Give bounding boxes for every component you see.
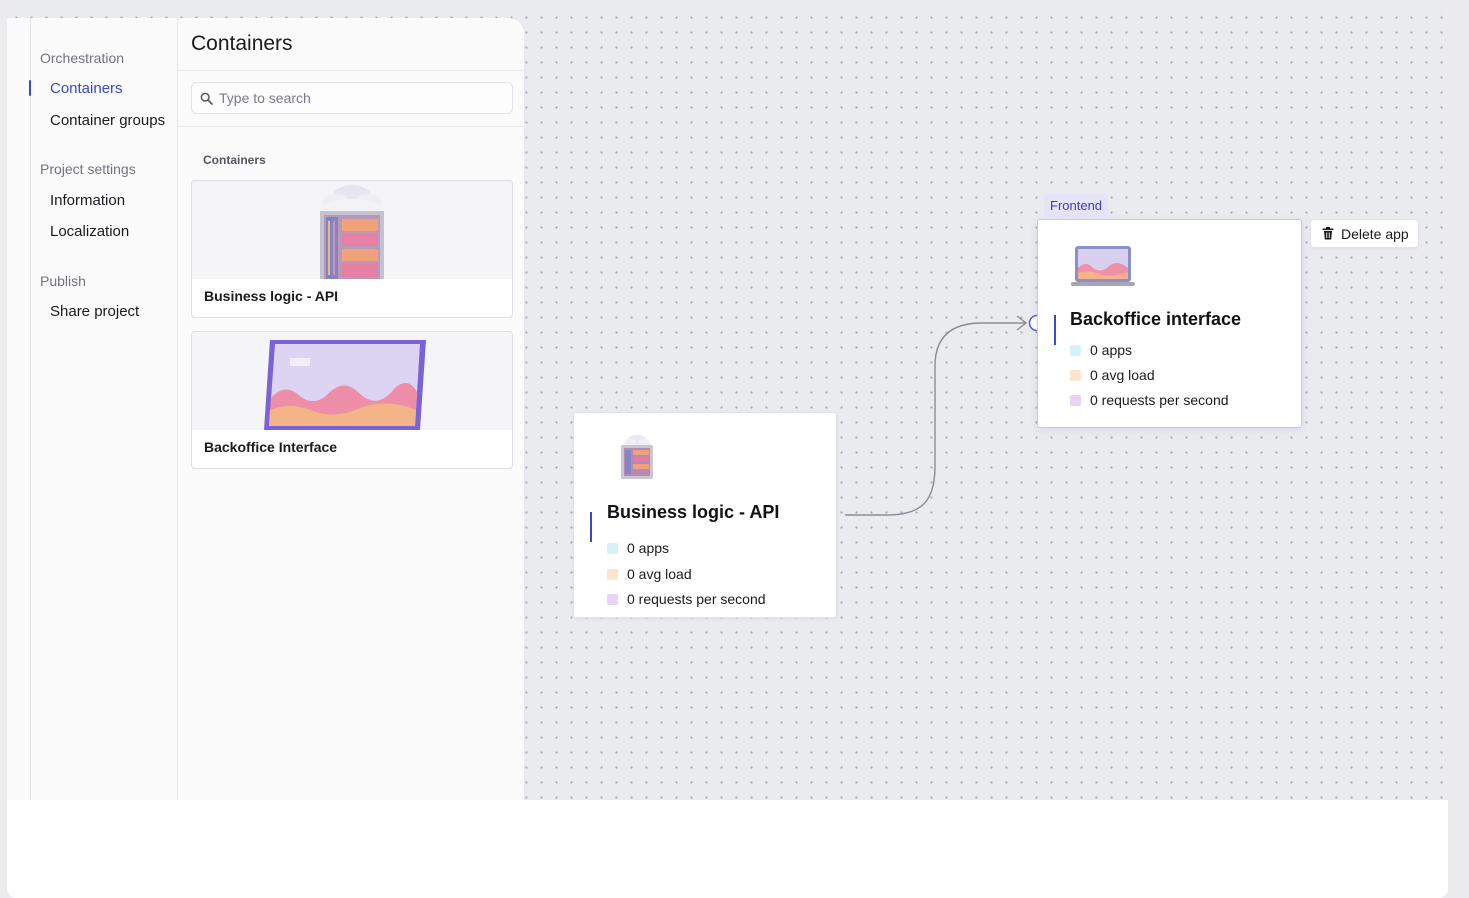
flow-canvas[interactable]: Business logic - API 0 apps 0 avg load 0… xyxy=(7,6,1448,800)
stat-label: 0 avg load xyxy=(627,566,692,582)
nav-item-share-project[interactable]: Share project xyxy=(50,303,139,320)
node-backoffice-interface[interactable]: Backoffice interface 0 apps 0 avg load 0… xyxy=(1037,219,1302,428)
server-rack-icon xyxy=(617,433,657,488)
search-input[interactable] xyxy=(219,90,499,106)
panel-divider xyxy=(178,126,525,127)
stat-avg-load: 0 avg load xyxy=(607,566,692,582)
apps-swatch xyxy=(607,542,618,554)
stat-label: 0 apps xyxy=(627,540,670,556)
node-title: Business logic - API xyxy=(607,502,780,522)
nav-rail xyxy=(30,18,31,800)
connection-edge xyxy=(845,322,1025,516)
panel-divider xyxy=(178,70,525,71)
stat-requests: 0 requests per second xyxy=(607,591,766,607)
card-label: Business logic - API xyxy=(204,288,339,304)
panel-title: Containers xyxy=(191,32,293,55)
container-card-business-logic-api[interactable]: Business logic - API xyxy=(191,180,513,318)
nav-section-project-settings: Project settings xyxy=(40,161,136,177)
apps-swatch xyxy=(1070,344,1081,356)
nav-item-localization[interactable]: Localization xyxy=(50,223,129,240)
nav-section-orchestration: Orchestration xyxy=(40,50,125,66)
avg-load-swatch xyxy=(607,568,618,580)
stat-avg-load: 0 avg load xyxy=(1070,367,1155,383)
container-card-backoffice-interface[interactable]: Backoffice Interface xyxy=(191,331,513,469)
containers-panel: Containers Containers xyxy=(178,18,525,800)
node-accent-bar xyxy=(590,512,592,542)
app-window: Business logic - API 0 apps 0 avg load 0… xyxy=(7,6,1448,898)
bottom-area xyxy=(7,800,1448,898)
requests-swatch xyxy=(607,593,618,605)
stat-label: 0 requests per second xyxy=(1090,392,1229,408)
laptop-dashboard-icon xyxy=(260,336,432,435)
frontend-tag: Frontend xyxy=(1044,193,1109,217)
delete-app-button[interactable]: Delete app xyxy=(1310,219,1419,248)
containers-section-label: Containers xyxy=(203,153,266,167)
delete-app-label: Delete app xyxy=(1341,225,1409,242)
nav-item-containers[interactable]: Containers xyxy=(50,80,123,97)
active-indicator xyxy=(29,80,31,96)
nav-section-publish: Publish xyxy=(40,273,86,289)
card-thumbnail xyxy=(192,332,512,430)
avg-load-swatch xyxy=(1070,369,1081,381)
search-icon xyxy=(200,92,213,105)
nav-item-container-groups[interactable]: Container groups xyxy=(50,112,165,129)
node-title: Backoffice interface xyxy=(1070,309,1242,329)
project-navigation: Orchestration Containers Container group… xyxy=(7,18,178,800)
laptop-icon xyxy=(1071,244,1137,299)
stat-label: 0 requests per second xyxy=(627,591,766,607)
card-label: Backoffice Interface xyxy=(204,439,338,455)
server-rack-with-clouds-icon xyxy=(302,181,402,284)
requests-swatch xyxy=(1070,394,1081,406)
nav-item-information[interactable]: Information xyxy=(50,192,125,209)
trash-icon xyxy=(1322,227,1334,240)
stat-label: 0 avg load xyxy=(1090,367,1155,383)
node-business-logic-api[interactable]: Business logic - API 0 apps 0 avg load 0… xyxy=(573,412,837,618)
stat-label: 0 apps xyxy=(1090,342,1133,358)
node-accent-bar xyxy=(1054,315,1056,345)
card-thumbnail xyxy=(192,181,512,279)
stat-requests: 0 requests per second xyxy=(1070,392,1229,408)
search-box[interactable] xyxy=(191,82,513,114)
stat-apps: 0 apps xyxy=(607,540,669,556)
stat-apps: 0 apps xyxy=(1070,342,1132,358)
